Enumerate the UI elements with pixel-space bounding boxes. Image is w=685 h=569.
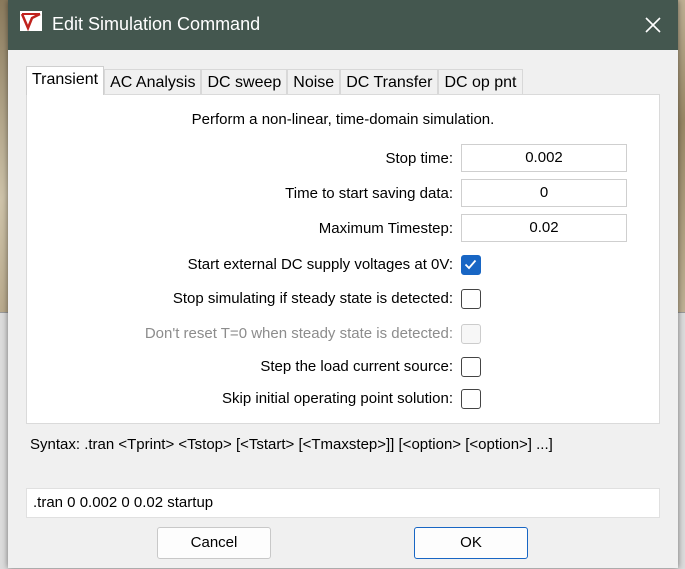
- tab-dc-transfer[interactable]: DC Transfer: [340, 69, 439, 95]
- tab-ac-analysis[interactable]: AC Analysis: [104, 69, 202, 95]
- start-saving-input[interactable]: 0: [461, 179, 627, 207]
- tab-noise[interactable]: Noise: [287, 69, 341, 95]
- ltspice-app-icon: [20, 11, 42, 31]
- stop-time-input[interactable]: 0.002: [461, 144, 627, 172]
- ok-button[interactable]: OK: [414, 527, 528, 559]
- check-icon: [464, 259, 477, 270]
- close-icon: [645, 17, 661, 33]
- step-load-checkbox[interactable]: [461, 357, 481, 377]
- option-label-step-load: Step the load current source:: [260, 358, 453, 375]
- option-label-steady-state: Stop simulating if steady state is detec…: [172, 290, 453, 307]
- tab-dc-sweep[interactable]: DC sweep: [201, 69, 288, 95]
- option-label-no-reset: Don't reset T=0 when steady state is det…: [144, 325, 453, 342]
- tab-dc-op-pnt[interactable]: DC op pnt: [438, 69, 523, 95]
- tab-transient[interactable]: Transient: [26, 66, 105, 95]
- start-saving-label: Time to start saving data:: [285, 185, 453, 202]
- option-label-skip-op: Skip initial operating point solution:: [222, 390, 453, 407]
- syntax-text: Syntax: .tran <Tprint> <Tstop> [<Tstart>…: [30, 436, 553, 453]
- title-bar: Edit Simulation Command: [8, 0, 678, 50]
- max-timestep-label: Maximum Timestep:: [318, 220, 453, 237]
- cancel-button[interactable]: Cancel: [157, 527, 271, 559]
- panel-description: Perform a non-linear, time-domain simula…: [191, 111, 495, 128]
- option-label-dc-supply: Start external DC supply voltages at 0V:: [187, 256, 453, 273]
- max-timestep-input[interactable]: 0.02: [461, 214, 627, 242]
- dc-supply-checkbox[interactable]: [461, 255, 481, 275]
- steady-state-checkbox[interactable]: [461, 289, 481, 309]
- transient-panel: Perform a non-linear, time-domain simula…: [26, 94, 660, 424]
- tab-strip: Transient AC Analysis DC sweep Noise DC …: [26, 66, 523, 95]
- skip-op-checkbox[interactable]: [461, 389, 481, 409]
- no-reset-checkbox: [461, 324, 481, 344]
- close-button[interactable]: [628, 0, 678, 50]
- window-title: Edit Simulation Command: [52, 14, 261, 34]
- edit-simulation-dialog: Edit Simulation Command Transient AC Ana…: [8, 0, 678, 568]
- stop-time-label: Stop time:: [385, 150, 453, 167]
- command-input[interactable]: .tran 0 0.002 0 0.02 startup: [26, 488, 660, 518]
